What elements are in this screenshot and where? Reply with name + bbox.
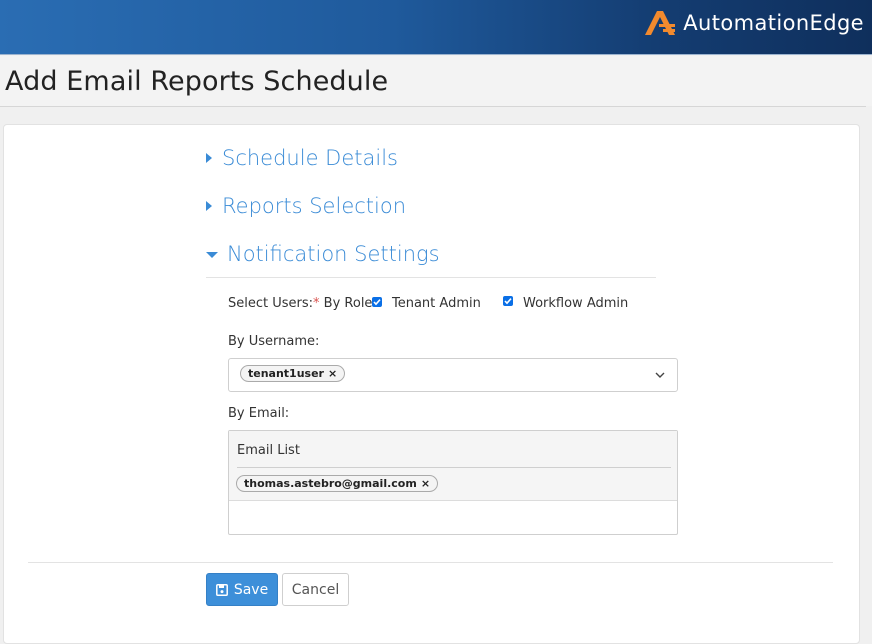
floppy-disk-icon <box>215 583 228 596</box>
brand-name: AutomationEdge <box>683 11 864 35</box>
cancel-button[interactable]: Cancel <box>282 573 349 606</box>
email-tag-text: thomas.astebro@gmail.com <box>244 477 417 490</box>
footer-divider <box>28 562 833 563</box>
automationedge-logo-icon <box>645 11 676 35</box>
cancel-label: Cancel <box>291 581 340 598</box>
username-tag: tenant1user × <box>240 365 346 382</box>
brand-logo[interactable]: AutomationEdge <box>643 8 864 38</box>
select-users-label: Select Users:* By Role: <box>228 296 377 311</box>
check-icon <box>504 298 512 305</box>
select-users-text: Select Users: <box>228 296 314 311</box>
required-mark: * <box>313 296 320 311</box>
section-label: Notification Settings <box>227 242 440 266</box>
save-button[interactable]: Save <box>206 573 278 606</box>
save-label: Save <box>233 581 269 598</box>
email-list-label: Email List <box>237 443 300 458</box>
by-username-label: By Username: <box>228 334 320 349</box>
remove-tag-icon[interactable]: × <box>421 476 430 491</box>
email-tag: thomas.astebro@gmail.com × <box>236 475 439 492</box>
section-label: Schedule Details <box>222 146 398 170</box>
email-list-box: Email List thomas.astebro@gmail.com × <box>228 430 678 535</box>
workflow-admin-label[interactable]: Workflow Admin <box>523 296 628 311</box>
section-label: Reports Selection <box>222 194 407 218</box>
email-list-divider <box>237 467 671 468</box>
section-notification-settings[interactable]: Notification Settings <box>206 242 440 266</box>
section-reports-selection[interactable]: Reports Selection <box>206 194 406 218</box>
section-divider <box>206 277 656 278</box>
caret-right-icon <box>206 153 212 163</box>
app-header: AutomationEdge <box>0 0 872 55</box>
by-email-label: By Email: <box>228 406 290 421</box>
tenant-admin-label[interactable]: Tenant Admin <box>392 296 481 311</box>
by-role-label: By Role: <box>323 296 377 311</box>
workflow-admin-checkbox[interactable] <box>503 296 513 306</box>
email-input[interactable] <box>229 502 677 534</box>
check-icon <box>373 299 381 306</box>
title-divider <box>0 106 866 107</box>
caret-right-icon <box>206 201 212 211</box>
username-select[interactable]: tenant1user × <box>228 358 678 392</box>
page-title: Add Email Reports Schedule <box>5 66 389 97</box>
email-list-header: Email List thomas.astebro@gmail.com × <box>229 431 677 501</box>
caret-down-icon <box>206 252 218 258</box>
remove-tag-icon[interactable]: × <box>328 366 337 381</box>
section-schedule-details[interactable]: Schedule Details <box>206 146 398 170</box>
chevron-down-icon[interactable] <box>655 371 665 379</box>
tenant-admin-checkbox[interactable] <box>372 297 382 307</box>
username-tag-text: tenant1user <box>248 367 324 380</box>
